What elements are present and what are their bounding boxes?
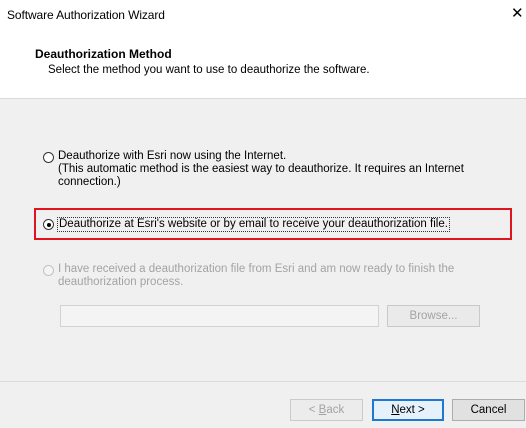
page-subtitle: Select the method you want to use to dea…: [48, 64, 370, 76]
cancel-button[interactable]: Cancel: [452, 399, 525, 421]
option-received-file-label: I have received a deauthorization file f…: [58, 263, 455, 288]
title-bar: Software Authorization Wizard ✕: [0, 0, 526, 30]
options-panel: [0, 99, 526, 381]
radio-received-file: [43, 265, 54, 276]
radio-website-email[interactable]: [43, 219, 54, 230]
deauthorization-file-path-input: [60, 305, 379, 327]
next-button[interactable]: Next >: [372, 399, 444, 421]
wizard-window: Software Authorization Wizard ✕ Deauthor…: [0, 0, 526, 428]
close-icon[interactable]: ✕: [511, 4, 526, 24]
back-button: < Back: [290, 399, 363, 421]
option-website-email-label[interactable]: Deauthorize at Esri's website or by emai…: [57, 217, 450, 232]
radio-internet[interactable]: [43, 152, 54, 163]
option-internet-label[interactable]: Deauthorize with Esri now using the Inte…: [58, 150, 498, 189]
wizard-footer: < Back Next > Cancel: [0, 381, 526, 428]
page-title: Deauthorization Method: [35, 47, 172, 61]
wizard-header: Deauthorization Method Select the method…: [0, 30, 526, 99]
browse-button: Browse...: [387, 305, 480, 327]
window-title: Software Authorization Wizard: [7, 8, 165, 22]
